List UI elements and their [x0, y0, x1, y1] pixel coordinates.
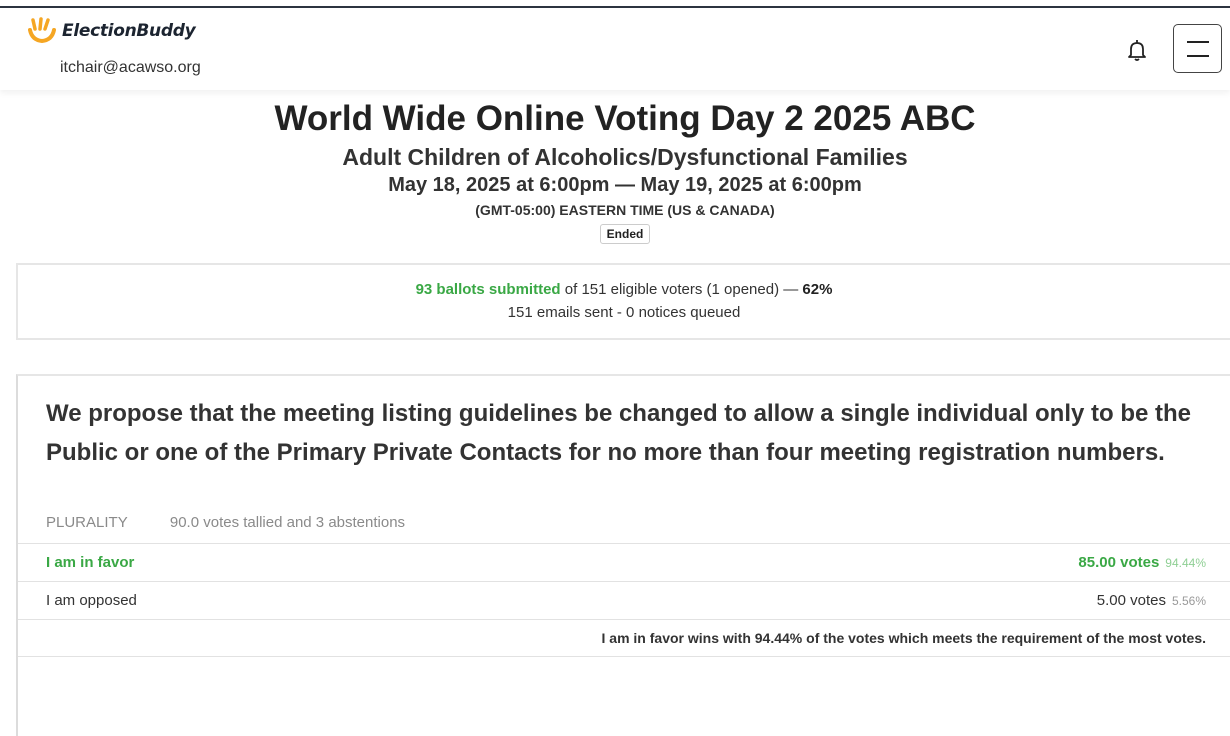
vote-percent: 94.44% [1165, 556, 1206, 570]
hamburger-menu-button[interactable] [1173, 24, 1222, 73]
option-label: I am in favor [46, 554, 135, 571]
electionbuddy-logo[interactable]: ElectionBuddy [26, 16, 196, 46]
question-results-card: We propose that the meeting listing guid… [16, 374, 1230, 736]
election-dates: May 18, 2025 at 6:00pm — May 19, 2025 at… [388, 174, 862, 196]
organization-name: Adult Children of Alcoholics/Dysfunction… [342, 144, 908, 170]
question-meta: PLURALITY 90.0 votes tallied and 3 abste… [46, 514, 405, 531]
vote-count: 85.00 votes [1078, 554, 1160, 571]
result-row: I am in favor 85.00 votes 94.44% [18, 543, 1230, 581]
option-votes: 85.00 votes 94.44% [1078, 554, 1206, 571]
winner-summary: I am in favor wins with 94.44% of the vo… [601, 630, 1206, 646]
hands-raised-icon [28, 17, 56, 44]
notifications-bell-icon[interactable] [1124, 37, 1150, 63]
menu-icon-line [1186, 54, 1209, 57]
voting-method: PLURALITY [46, 514, 128, 531]
election-title: World Wide Online Voting Day 2 2025 ABC [274, 99, 976, 138]
turnout-percent: 62% [802, 281, 833, 298]
status-badge: Ended [599, 224, 651, 244]
ballots-submitted: 93 ballots submitted [415, 281, 561, 298]
user-email: itchair@acawso.org [60, 59, 201, 76]
brand-name: ElectionBuddy [62, 21, 196, 41]
option-votes: 5.00 votes 5.56% [1097, 592, 1206, 609]
vote-count: 5.00 votes [1096, 592, 1166, 609]
emails-sent-line: 151 emails sent - 0 notices queued [507, 304, 741, 321]
vote-percent: 5.56% [1171, 594, 1206, 608]
question-text: We propose that the meeting listing guid… [46, 400, 1192, 466]
election-heading: World Wide Online Voting Day 2 2025 ABC … [0, 96, 1230, 244]
winner-summary-row: I am in favor wins with 94.44% of the vo… [18, 619, 1230, 657]
election-timezone: (GMT-05:00) EASTERN TIME (US & CANADA) [475, 202, 775, 218]
option-label: I am opposed [46, 592, 137, 609]
turnout-summary: 93 ballots submitted of 151 eligible vot… [16, 263, 1230, 340]
turnout-line: 93 ballots submitted of 151 eligible vot… [18, 279, 1230, 301]
tally-summary: 90.0 votes tallied and 3 abstentions [169, 514, 406, 531]
app-header: ElectionBuddy itchair@acawso.org [0, 10, 1230, 90]
result-row: I am opposed 5.00 votes 5.56% [18, 581, 1230, 619]
top-border [0, 0, 1230, 8]
eligible-voters-text: of 151 eligible voters (1 opened) — [560, 281, 803, 298]
menu-icon [1186, 40, 1209, 43]
